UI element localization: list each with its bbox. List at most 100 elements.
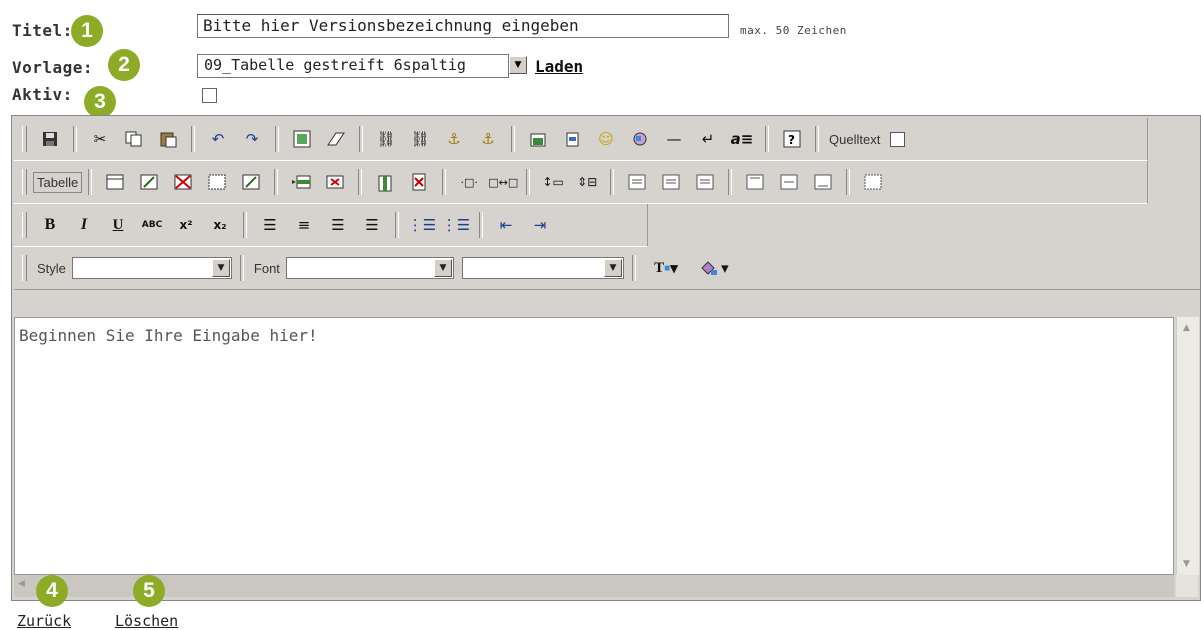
valign-middle-icon[interactable] xyxy=(776,169,802,195)
line-break-icon[interactable]: ↵ xyxy=(695,126,721,152)
aktiv-label: Aktiv: xyxy=(12,85,73,104)
underline-button[interactable]: U xyxy=(105,212,131,238)
titel-input[interactable]: Bitte hier Versionsbezeichnung eingeben xyxy=(197,14,729,38)
svg-text:?: ? xyxy=(788,133,795,147)
scroll-up-icon[interactable]: ▲ xyxy=(1183,323,1190,333)
callout-badge-2: 2 xyxy=(108,49,140,81)
subscript-button[interactable]: x₂ xyxy=(207,212,233,238)
select-all-icon[interactable] xyxy=(289,126,315,152)
dropdown-arrow-icon[interactable]: ▼ xyxy=(433,259,452,277)
anchor-list-icon[interactable]: ⚓ xyxy=(475,126,501,152)
unordered-list-icon[interactable]: ⋮☰ xyxy=(442,212,470,238)
align-top-left-icon[interactable] xyxy=(624,169,650,195)
insert-column-icon[interactable] xyxy=(372,169,398,195)
justify-icon[interactable]: ☰ xyxy=(359,212,385,238)
align-right-icon[interactable]: ☰ xyxy=(325,212,351,238)
titel-max-hint: max. 50 Zeichen xyxy=(740,24,847,37)
scrollbar-corner xyxy=(1176,575,1198,597)
eraser-icon[interactable] xyxy=(323,126,349,152)
style-label: Style xyxy=(37,260,66,276)
dropdown-arrow-icon[interactable]: ▼ xyxy=(211,259,230,277)
horizontal-scrollbar[interactable]: ◀ xyxy=(14,575,1174,597)
help-icon[interactable]: ? xyxy=(779,126,805,152)
scroll-down-icon[interactable]: ▼ xyxy=(1183,559,1190,569)
format-text-icon[interactable]: a≡ xyxy=(729,126,755,152)
insert-row-icon[interactable] xyxy=(288,169,314,195)
align-top-center-icon[interactable] xyxy=(658,169,684,195)
anchor-icon[interactable]: ⚓ xyxy=(441,126,467,152)
insert-document-icon[interactable] xyxy=(559,126,585,152)
valign-bottom-icon[interactable] xyxy=(810,169,836,195)
align-top-right-icon[interactable] xyxy=(692,169,718,195)
align-left-icon[interactable]: ☰ xyxy=(257,212,283,238)
toolbar-row-1: ✂ ↶ ↷ ⛓ ⛓ ⚓ ⚓ ☺ — ↵ a≡ ? Quelltext xyxy=(14,118,1148,161)
insert-image-icon[interactable] xyxy=(525,126,551,152)
font-label: Font xyxy=(253,260,280,276)
callout-badge-1: 1 xyxy=(71,15,103,47)
save-icon[interactable] xyxy=(37,126,63,152)
aktiv-checkbox[interactable] xyxy=(202,88,217,103)
strikethrough-button[interactable]: ABC xyxy=(139,212,165,238)
insert-cell-icon[interactable]: ·□· xyxy=(456,169,482,195)
unlink-icon[interactable]: ⛓ xyxy=(407,126,433,152)
callout-badge-4: 4 xyxy=(36,575,68,607)
insert-table-icon[interactable] xyxy=(102,169,128,195)
scroll-left-icon[interactable]: ◀ xyxy=(18,579,25,589)
split-column-icon[interactable]: ⇕⊟ xyxy=(574,169,600,195)
editor-content-area[interactable]: Beginnen Sie Ihre Eingabe hier! xyxy=(14,317,1174,575)
split-row-icon[interactable]: ↕▭ xyxy=(540,169,566,195)
text-color-icon[interactable]: T ■ ▾ xyxy=(646,255,686,281)
laden-link[interactable]: Laden xyxy=(535,57,583,76)
indent-icon[interactable]: ⇥ xyxy=(527,212,553,238)
cut-icon[interactable]: ✂ xyxy=(87,126,113,152)
editor-placeholder: Beginnen Sie Ihre Eingabe hier! xyxy=(19,326,318,345)
cell-frame-icon[interactable] xyxy=(860,169,886,195)
table-properties-icon[interactable] xyxy=(136,169,162,195)
undo-icon[interactable]: ↶ xyxy=(205,126,231,152)
ordered-list-icon[interactable]: ⋮☰ xyxy=(408,212,436,238)
titel-label: Titel: xyxy=(12,21,73,40)
font-select[interactable]: ▼ xyxy=(285,257,454,279)
paste-icon[interactable] xyxy=(155,126,181,152)
table-borders-icon[interactable] xyxy=(204,169,230,195)
quelltext-label: Quelltext xyxy=(829,131,881,147)
delete-table-icon[interactable] xyxy=(170,169,196,195)
toolbar-grip xyxy=(22,255,27,281)
dropdown-arrow-icon[interactable]: ▼ xyxy=(603,259,622,277)
dropdown-arrow-icon[interactable]: ▼ xyxy=(509,56,527,74)
toolbar-row-3: B I U ABC x² x₂ ☰ ≡ ☰ ☰ ⋮☰ ⋮☰ ⇤ ⇥ xyxy=(14,204,648,247)
delete-column-icon[interactable] xyxy=(406,169,432,195)
link-icon[interactable]: ⛓ xyxy=(373,126,399,152)
horizontal-rule-icon[interactable]: — xyxy=(661,126,687,152)
copy-icon[interactable] xyxy=(121,126,147,152)
valign-top-icon[interactable] xyxy=(742,169,768,195)
merge-cells-icon[interactable]: □↔□ xyxy=(488,169,518,195)
background-color-icon[interactable]: ▾ xyxy=(694,255,734,281)
superscript-button[interactable]: x² xyxy=(173,212,199,238)
toolbar-grip xyxy=(22,126,27,152)
bold-button[interactable]: B xyxy=(37,212,63,238)
redo-icon[interactable]: ↷ xyxy=(239,126,265,152)
font-size-select[interactable]: ▼ xyxy=(461,257,624,279)
smiley-icon[interactable]: ☺ xyxy=(593,126,619,152)
italic-button[interactable]: I xyxy=(71,212,97,238)
toolbar-grip xyxy=(22,169,27,195)
quelltext-checkbox[interactable] xyxy=(890,131,906,147)
style-select[interactable]: ▼ xyxy=(71,257,232,279)
vorlage-label: Vorlage: xyxy=(12,58,94,77)
vorlage-select-value[interactable]: 09_Tabelle gestreift 6spaltig xyxy=(197,54,509,78)
outdent-icon[interactable]: ⇤ xyxy=(493,212,519,238)
delete-row-icon[interactable] xyxy=(322,169,348,195)
callout-badge-3: 3 xyxy=(84,86,116,118)
align-center-icon[interactable]: ≡ xyxy=(291,212,317,238)
cell-properties-icon[interactable] xyxy=(238,169,264,195)
vorlage-select[interactable]: 09_Tabelle gestreift 6spaltig ▼ xyxy=(197,54,527,78)
vertical-scrollbar[interactable]: ▲ ▼ xyxy=(1176,317,1199,575)
insert-object-icon[interactable] xyxy=(627,126,653,152)
loeschen-link[interactable]: Löschen xyxy=(115,612,178,630)
zurueck-link[interactable]: Zurück xyxy=(17,612,71,630)
callout-badge-5: 5 xyxy=(133,575,165,607)
toolbar-grip xyxy=(22,212,27,238)
tabelle-label: Tabelle xyxy=(33,171,83,193)
toolbar-row-2: Tabelle ·□· □↔□ ↕▭ ⇕⊟ xyxy=(14,161,1148,204)
